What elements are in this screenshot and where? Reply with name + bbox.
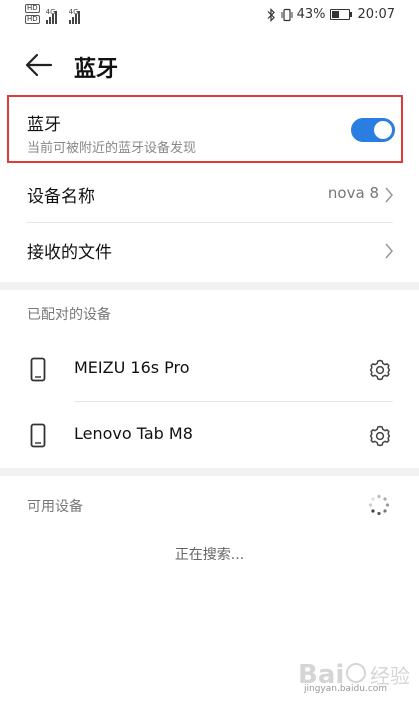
section-gap	[0, 468, 419, 476]
battery-percent: 43%	[296, 7, 326, 22]
bluetooth-label: 蓝牙	[27, 115, 61, 135]
hd-badges: HD HD	[25, 4, 40, 24]
status-icons: 43% 20:07	[265, 7, 395, 22]
arrow-left-icon[interactable]	[24, 50, 54, 80]
bluetooth-subtitle: 当前可被附近的蓝牙设备发现	[27, 141, 197, 156]
divider	[74, 401, 393, 402]
divider	[27, 222, 393, 223]
loading-spinner-icon	[368, 494, 390, 516]
hd-badge: HD	[25, 4, 40, 13]
searching-status: 正在搜索...	[174, 547, 245, 563]
device-name: Lenovo Tab M8	[74, 424, 193, 443]
toggle-knob	[374, 121, 392, 139]
signal-icon: 4G	[68, 8, 80, 24]
hd-badge: HD	[25, 15, 40, 24]
bluetooth-toggle[interactable]	[351, 118, 395, 142]
section-gap	[0, 282, 419, 290]
device-name: MEIZU 16s Pro	[74, 358, 190, 377]
bluetooth-icon	[267, 7, 275, 22]
phone-icon	[30, 357, 46, 382]
signal-group: HD HD 4G 4G	[25, 4, 80, 24]
device-name-value: nova 8	[327, 184, 379, 202]
battery-icon	[329, 9, 352, 20]
paired-device-row[interactable]: MEIZU 16s Pro	[0, 342, 419, 398]
device-name-label: 设备名称	[27, 187, 95, 207]
paired-device-row[interactable]: Lenovo Tab M8	[0, 408, 419, 464]
chevron-right-icon	[385, 243, 394, 259]
vibrate-icon	[281, 8, 293, 21]
received-files-row[interactable]: 接收的文件	[0, 224, 419, 278]
phone-icon	[30, 423, 46, 448]
clock: 20:07	[357, 7, 395, 22]
gear-icon[interactable]	[368, 424, 392, 448]
app-bar: 蓝牙	[0, 38, 419, 94]
watermark-text: jingyan.baidu.com	[304, 684, 388, 694]
available-devices-header: 可用设备	[27, 499, 83, 515]
paired-devices-header: 已配对的设备	[27, 307, 111, 323]
watermark-logo-icon: Bai 经验	[298, 660, 410, 690]
status-bar: HD HD 4G 4G 43% 20:07	[0, 0, 419, 30]
received-files-label: 接收的文件	[27, 243, 112, 263]
device-name-row[interactable]: 设备名称 nova 8	[0, 168, 419, 222]
network-label: 4G	[45, 8, 56, 16]
network-label: 4G	[68, 8, 79, 16]
gear-icon[interactable]	[368, 358, 392, 382]
chevron-right-icon	[385, 187, 394, 203]
page-title: 蓝牙	[74, 57, 119, 82]
signal-icon: 4G	[45, 8, 57, 24]
